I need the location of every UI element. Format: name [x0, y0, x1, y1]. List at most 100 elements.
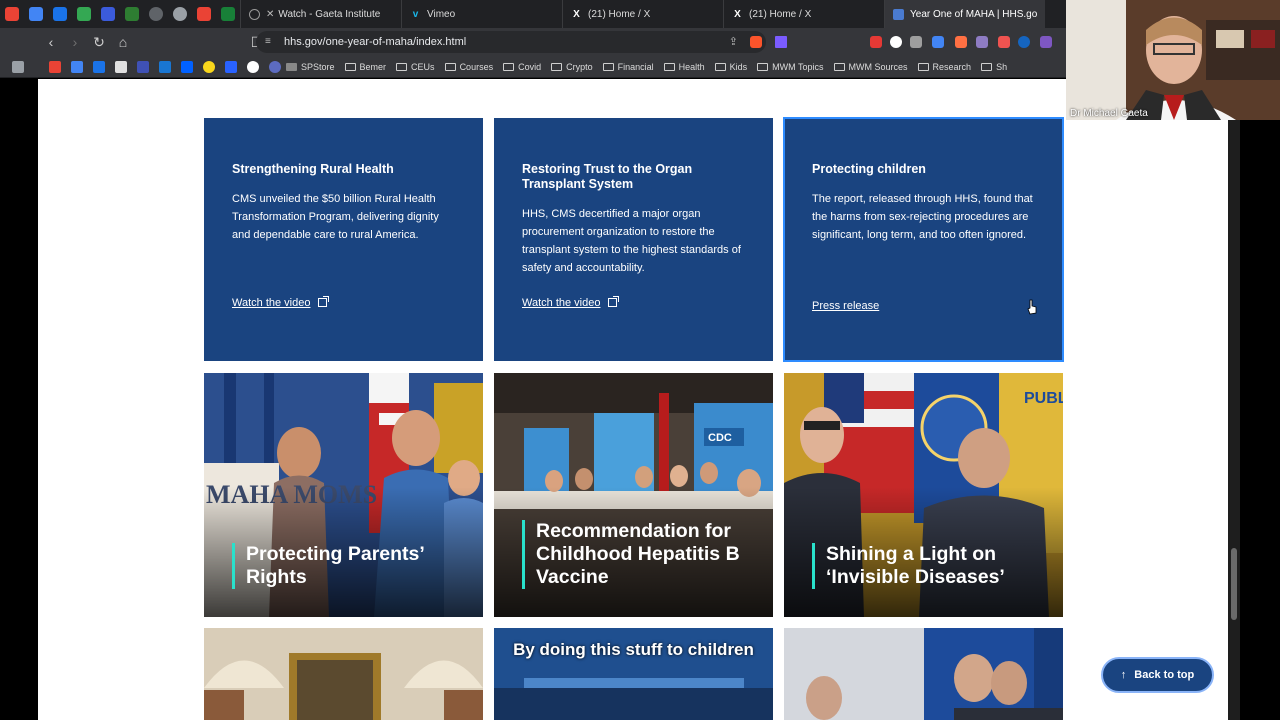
- bookmark-folder[interactable]: CEUs: [396, 62, 435, 72]
- bookmark-app-icon[interactable]: [93, 60, 105, 73]
- pinned-tab-drive[interactable]: [72, 0, 96, 28]
- back-to-top-button[interactable]: ↑ Back to top: [1101, 657, 1214, 693]
- folder-icon: [396, 62, 408, 71]
- folder-icon: [444, 62, 456, 71]
- pinned-tab-gmail[interactable]: [0, 0, 24, 28]
- folder-icon: [663, 62, 675, 71]
- bookmark-folder[interactable]: Bemer: [344, 62, 386, 72]
- bookmark-folder[interactable]: Health: [663, 62, 705, 72]
- extension-icon[interactable]: [955, 36, 967, 48]
- bookmark-label: Financial: [617, 61, 654, 72]
- watch-video-link[interactable]: Watch the video: [522, 296, 620, 309]
- watch-video-link[interactable]: Watch the video: [232, 296, 330, 309]
- bookmark-folder[interactable]: Kids: [714, 61, 748, 72]
- pinned-tab-gmail-2[interactable]: [192, 0, 216, 28]
- bookmark-app-icon[interactable]: [269, 60, 281, 73]
- drive-icon: [77, 7, 91, 21]
- pinned-tab-calendar[interactable]: [24, 0, 48, 28]
- tab-gaeta[interactable]: ✕ Watch - Gaeta Institute: [240, 0, 401, 28]
- tab-vimeo[interactable]: v Vimeo: [401, 0, 562, 28]
- card-rural-health: Strengthening Rural Health CMS unveiled …: [204, 118, 483, 361]
- bookmark-app-icon[interactable]: [137, 60, 149, 73]
- url-text: hhs.gov/one-year-of-maha/index.html: [284, 36, 467, 48]
- calendar-icon[interactable]: [71, 60, 83, 73]
- scrollbar-thumb[interactable]: [1231, 548, 1237, 620]
- home-icon[interactable]: ⌂: [112, 31, 134, 53]
- tile-hepatitis-b[interactable]: CDC Recommendation for Childhood Hepatit…: [494, 373, 773, 617]
- bookmark-label: Research: [932, 61, 972, 72]
- pinned-tab-app[interactable]: [48, 0, 72, 28]
- bookmark-folder[interactable]: Sh: [981, 62, 1007, 72]
- tile-video-overlay[interactable]: By doing this stuff to children: [494, 628, 773, 720]
- extension-icon[interactable]: [890, 36, 902, 48]
- bookmark-folder[interactable]: Covid: [503, 62, 541, 72]
- page-icon: [286, 62, 297, 71]
- bookmark-label: MWM Topics: [772, 61, 824, 72]
- bookmark-app-icon[interactable]: [115, 60, 127, 73]
- extension-icon[interactable]: [910, 36, 922, 48]
- folder-icon: [981, 62, 993, 71]
- translate-icon[interactable]: [932, 36, 944, 48]
- pinned-tab-green[interactable]: [120, 0, 144, 28]
- bookmark-folder[interactable]: Research: [917, 61, 972, 72]
- dropbox-icon[interactable]: [181, 60, 193, 73]
- bookmark-spstore[interactable]: SPStore: [286, 62, 335, 72]
- card-body: HHS, CMS decertified a major organ procu…: [522, 208, 741, 274]
- reload-icon[interactable]: ↻: [88, 31, 110, 53]
- share-icon[interactable]: ⇪: [729, 31, 738, 53]
- extension-icon[interactable]: [1040, 36, 1052, 48]
- mute-icon[interactable]: ✕: [266, 9, 274, 20]
- press-release-link[interactable]: Press release: [812, 300, 879, 312]
- folder-icon: [757, 62, 769, 71]
- pinned-tab-shield[interactable]: [216, 0, 240, 28]
- address-bar[interactable]: ≡ hhs.gov/one-year-of-maha/index.html ⇪: [256, 31, 766, 53]
- tile-photo: [784, 628, 1063, 720]
- bookmark-app-icon[interactable]: [159, 60, 171, 73]
- extension-icon[interactable]: [1018, 36, 1030, 48]
- google-icon[interactable]: [247, 60, 259, 73]
- bookmark-app-icon[interactable]: [225, 60, 237, 73]
- bookmark-folder[interactable]: MWM Sources: [833, 62, 908, 72]
- bookmark-folder[interactable]: Financial: [602, 61, 654, 72]
- card-title: Protecting children: [812, 162, 926, 176]
- tab-title: Watch - Gaeta Institute: [278, 8, 381, 20]
- circle-icon: [173, 7, 187, 21]
- bookmark-label: Sh: [996, 61, 1008, 72]
- tab-hhs[interactable]: Year One of MAHA | HHS.go: [884, 0, 1045, 28]
- page-scrollbar[interactable]: [1228, 79, 1240, 720]
- screen: ✕ Watch - Gaeta Institute v Vimeo X (21) Ho…: [0, 0, 1280, 720]
- brave-rewards-icon[interactable]: [775, 36, 787, 48]
- forward-icon[interactable]: ›: [64, 31, 86, 53]
- pinned-tab-chrome[interactable]: [168, 0, 192, 28]
- bookmark-folder[interactable]: Courses: [444, 62, 493, 72]
- shield-icon: [221, 7, 235, 21]
- pinned-tab-docs[interactable]: [96, 0, 120, 28]
- gmail-icon[interactable]: [49, 60, 61, 73]
- bookmark-label: Kids: [729, 61, 748, 72]
- bookmark-folder[interactable]: Crypto: [551, 62, 593, 72]
- folder-icon: [503, 62, 515, 71]
- webcam-overlay: Dr Michael Gaeta: [1066, 0, 1280, 120]
- card-title: Strengthening Rural Health: [232, 162, 394, 176]
- x-icon: X: [573, 8, 580, 20]
- extension-icon[interactable]: [870, 36, 882, 48]
- tile-parents-rights[interactable]: MAHA MOMS Protecting Parents’ Rights: [204, 373, 483, 617]
- folder-icon: [551, 62, 563, 71]
- tile-invisible-diseases[interactable]: PUBLIC Shining a Light on ‘Invisible Dis…: [784, 373, 1063, 617]
- card-protecting-children[interactable]: Protecting children The report, released…: [783, 117, 1064, 362]
- brave-shield-icon[interactable]: [750, 36, 762, 48]
- back-icon[interactable]: ‹: [40, 31, 62, 53]
- tile-photo-partial[interactable]: [204, 628, 483, 720]
- pinned-tab-globe[interactable]: [144, 0, 168, 28]
- bookmark-app-icon[interactable]: [203, 60, 215, 73]
- tile-photo-partial[interactable]: [784, 628, 1063, 720]
- tab-x-1[interactable]: X (21) Home / X: [562, 0, 723, 28]
- folder-icon: [602, 62, 614, 71]
- pocket-icon[interactable]: [998, 36, 1010, 48]
- bookmark-folder[interactable]: MWM Topics: [757, 61, 824, 72]
- extension-icon[interactable]: [976, 36, 988, 48]
- site-info-icon[interactable]: ≡: [265, 31, 271, 53]
- sign-text: PUBLIC: [1024, 390, 1063, 407]
- apps-grid-icon[interactable]: [12, 60, 24, 73]
- tab-x-2[interactable]: X (21) Home / X: [723, 0, 884, 28]
